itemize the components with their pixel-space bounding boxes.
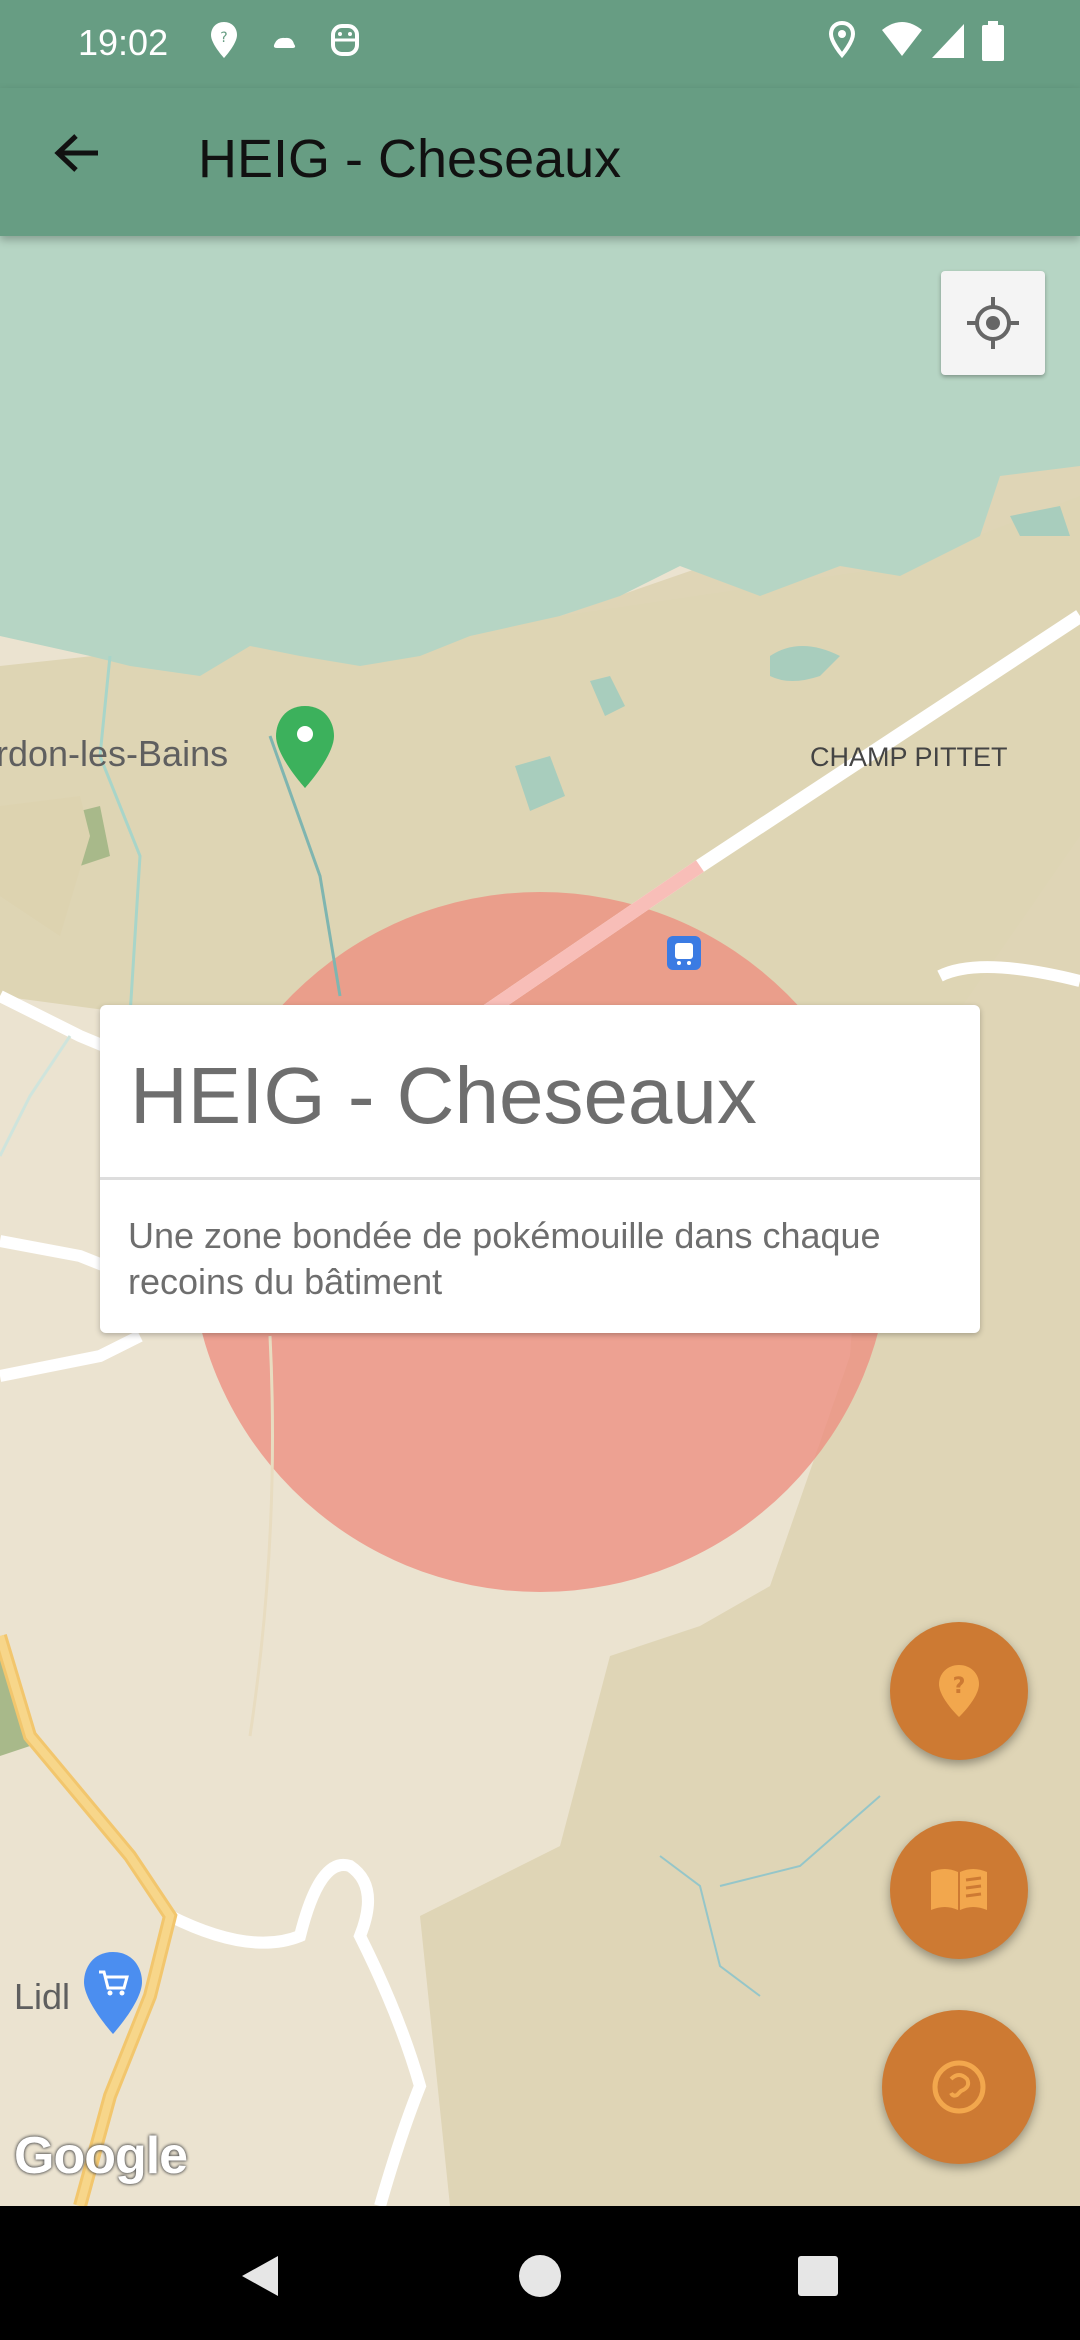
cloud-icon: [272, 34, 312, 78]
catch-icon: [932, 2060, 986, 2114]
nav-recents-button[interactable]: [788, 2246, 848, 2306]
triangle-back-icon: [242, 2256, 278, 2296]
location-help-icon: ?: [939, 1665, 979, 1717]
back-button[interactable]: [40, 116, 114, 190]
book-icon: [931, 1869, 987, 1910]
zone-info-card[interactable]: HEIG - Cheseaux Une zone bondée de pokém…: [100, 1005, 980, 1333]
crosshair-icon: [967, 297, 1019, 349]
arrow-back-icon: [54, 134, 98, 172]
card-divider: [100, 1177, 980, 1180]
google-logo: Google: [14, 2127, 188, 2185]
status-time: 19:02: [78, 22, 169, 63]
zone-title: HEIG - Cheseaux: [130, 1051, 757, 1140]
map-label-district: CHAMP PITTET: [810, 742, 1008, 772]
nav-back-button[interactable]: [230, 2246, 290, 2306]
location-icon: [826, 20, 866, 64]
location-help-button[interactable]: ?: [890, 1622, 1028, 1760]
signal-icon: [928, 20, 968, 64]
square-recents-icon: [798, 2256, 838, 2296]
app-bar: HEIG - Cheseaux: [0, 88, 1080, 236]
map-label-town: rdon-les-Bains: [0, 733, 229, 774]
nav-home-button[interactable]: [510, 2246, 570, 2306]
wifi-icon: [880, 20, 922, 64]
page-title: HEIG - Cheseaux: [198, 129, 622, 189]
map-label-store: Lidl: [14, 1976, 71, 2017]
android-icon: [328, 20, 368, 64]
catch-button[interactable]: [882, 2010, 1036, 2164]
location-pin-icon: ?: [208, 20, 248, 64]
zone-description: Une zone bondée de pokémouille dans chaq…: [128, 1215, 881, 1302]
svg-text:?: ?: [953, 1674, 966, 1699]
circle-home-icon: [519, 2255, 561, 2297]
svg-text:?: ?: [220, 30, 227, 46]
train-station-icon[interactable]: [667, 936, 701, 970]
battery-icon: [980, 20, 1020, 64]
system-navigation-bar: [0, 2206, 1080, 2340]
status-bar: 19:02 ?: [0, 0, 1080, 88]
pokedex-book-button[interactable]: [890, 1821, 1028, 1959]
my-location-button[interactable]: [941, 271, 1045, 375]
